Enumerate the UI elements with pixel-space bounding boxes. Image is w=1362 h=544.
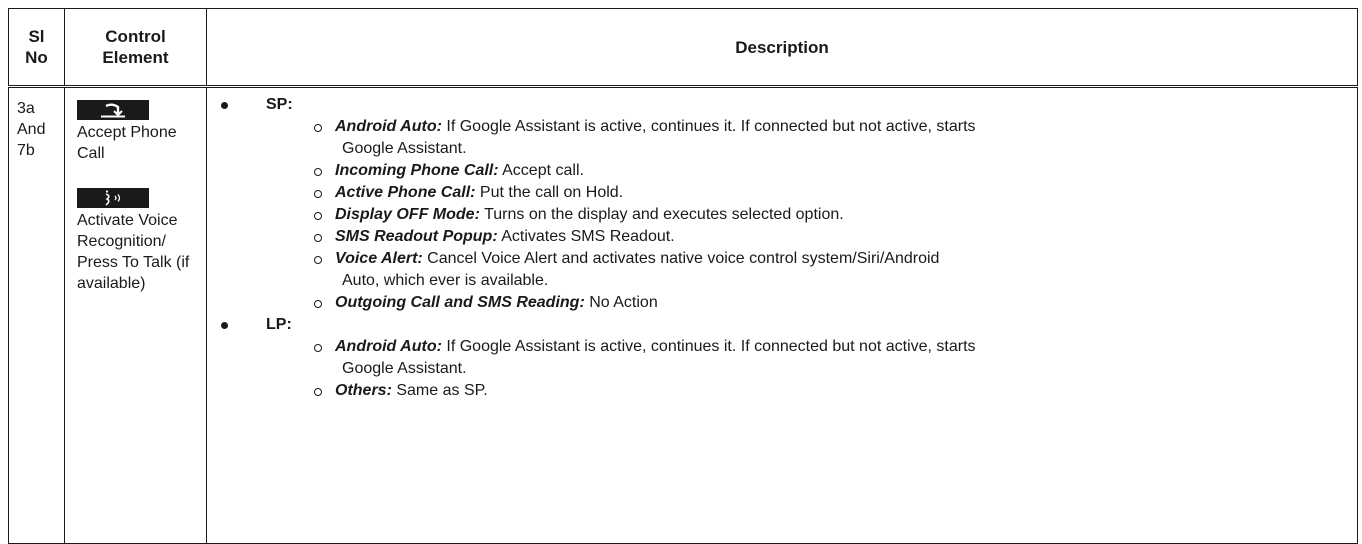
item-text: Same as SP. [391, 382, 488, 399]
bullet-dot-icon [221, 102, 228, 109]
item-term: Android Auto: [335, 338, 442, 355]
header-description: Description [206, 8, 1358, 88]
list-item: Display OFF Mode: Turns on the display a… [207, 204, 1357, 226]
list-item: Outgoing Call and SMS Reading: No Action [207, 292, 1357, 314]
item-term: Others: [335, 382, 392, 399]
item-text: Accept call. [498, 162, 584, 179]
item-text: Activates SMS Readout. [497, 228, 675, 245]
section-items: Android Auto: If Google Assistant is act… [207, 336, 1357, 402]
section-title: LP: [266, 316, 292, 333]
list-item: Active Phone Call: Put the call on Hold. [207, 182, 1357, 204]
circle-bullet-icon [314, 190, 322, 198]
control-element-cell: Accept Phone Call Activate Voice Recogni… [64, 86, 207, 544]
bullet-dot-icon [221, 322, 228, 329]
item-text: Turns on the display and executes select… [479, 206, 844, 223]
item-text: If Google Assistant is active, continues… [441, 118, 976, 135]
section-items: Android Auto: If Google Assistant is act… [207, 116, 1357, 314]
circle-bullet-icon [314, 344, 322, 352]
table-row: 3a And 7b Accept Phone Call Activate Voi… [8, 86, 1358, 544]
item-term: SMS Readout Popup: [335, 228, 498, 245]
table-header-row: Sl No Control Element Description [8, 8, 1358, 88]
header-control-element: Control Element [64, 8, 207, 88]
item-term: Voice Alert: [335, 250, 423, 267]
accept-call-label: Accept Phone Call [77, 124, 177, 162]
item-text: Put the call on Hold. [475, 184, 624, 201]
circle-bullet-icon [314, 388, 322, 396]
voice-recognition-label: Activate Voice Recognition/ Press To Tal… [77, 212, 190, 292]
list-item: Android Auto: If Google Assistant is act… [207, 116, 1357, 160]
circle-bullet-icon [314, 256, 322, 264]
item-term: Active Phone Call: [335, 184, 476, 201]
list-item: SMS Readout Popup: Activates SMS Readout… [207, 226, 1357, 248]
item-text-continued: Google Assistant. [342, 140, 467, 157]
item-text-continued: Google Assistant. [342, 360, 467, 377]
description-section: LP: [207, 314, 1357, 336]
item-term: Outgoing Call and SMS Reading: [335, 294, 585, 311]
circle-bullet-icon [314, 234, 322, 242]
circle-bullet-icon [314, 124, 322, 132]
item-text-continued: Auto, which ever is available. [342, 272, 549, 289]
circle-bullet-icon [314, 212, 322, 220]
description-section: SP: [207, 94, 1357, 116]
item-term: Incoming Phone Call: [335, 162, 499, 179]
description-cell: SP: Android Auto: If Google Assistant is … [206, 86, 1358, 544]
section-title: SP: [266, 96, 293, 113]
item-text: No Action [584, 294, 658, 311]
control-element-table: Sl No Control Element Description 3a And… [8, 8, 1358, 544]
sl-no-cell: 3a And 7b [8, 86, 65, 544]
list-item: Others: Same as SP. [207, 380, 1357, 402]
list-item: Incoming Phone Call: Accept call. [207, 160, 1357, 182]
accept-call-icon [77, 100, 149, 120]
header-sl-no: Sl No [8, 8, 65, 88]
item-term: Display OFF Mode: [335, 206, 480, 223]
circle-bullet-icon [314, 300, 322, 308]
item-text: If Google Assistant is active, continues… [441, 338, 976, 355]
item-text: Cancel Voice Alert and activates native … [422, 250, 940, 267]
circle-bullet-icon [314, 168, 322, 176]
list-item: Voice Alert: Cancel Voice Alert and acti… [207, 248, 1357, 292]
description-sections: SP: Android Auto: If Google Assistant is … [207, 94, 1357, 402]
item-term: Android Auto: [335, 118, 442, 135]
sl-no-value: 3a And 7b [17, 100, 46, 159]
voice-recognition-icon [77, 188, 149, 208]
list-item: Android Auto: If Google Assistant is act… [207, 336, 1357, 380]
